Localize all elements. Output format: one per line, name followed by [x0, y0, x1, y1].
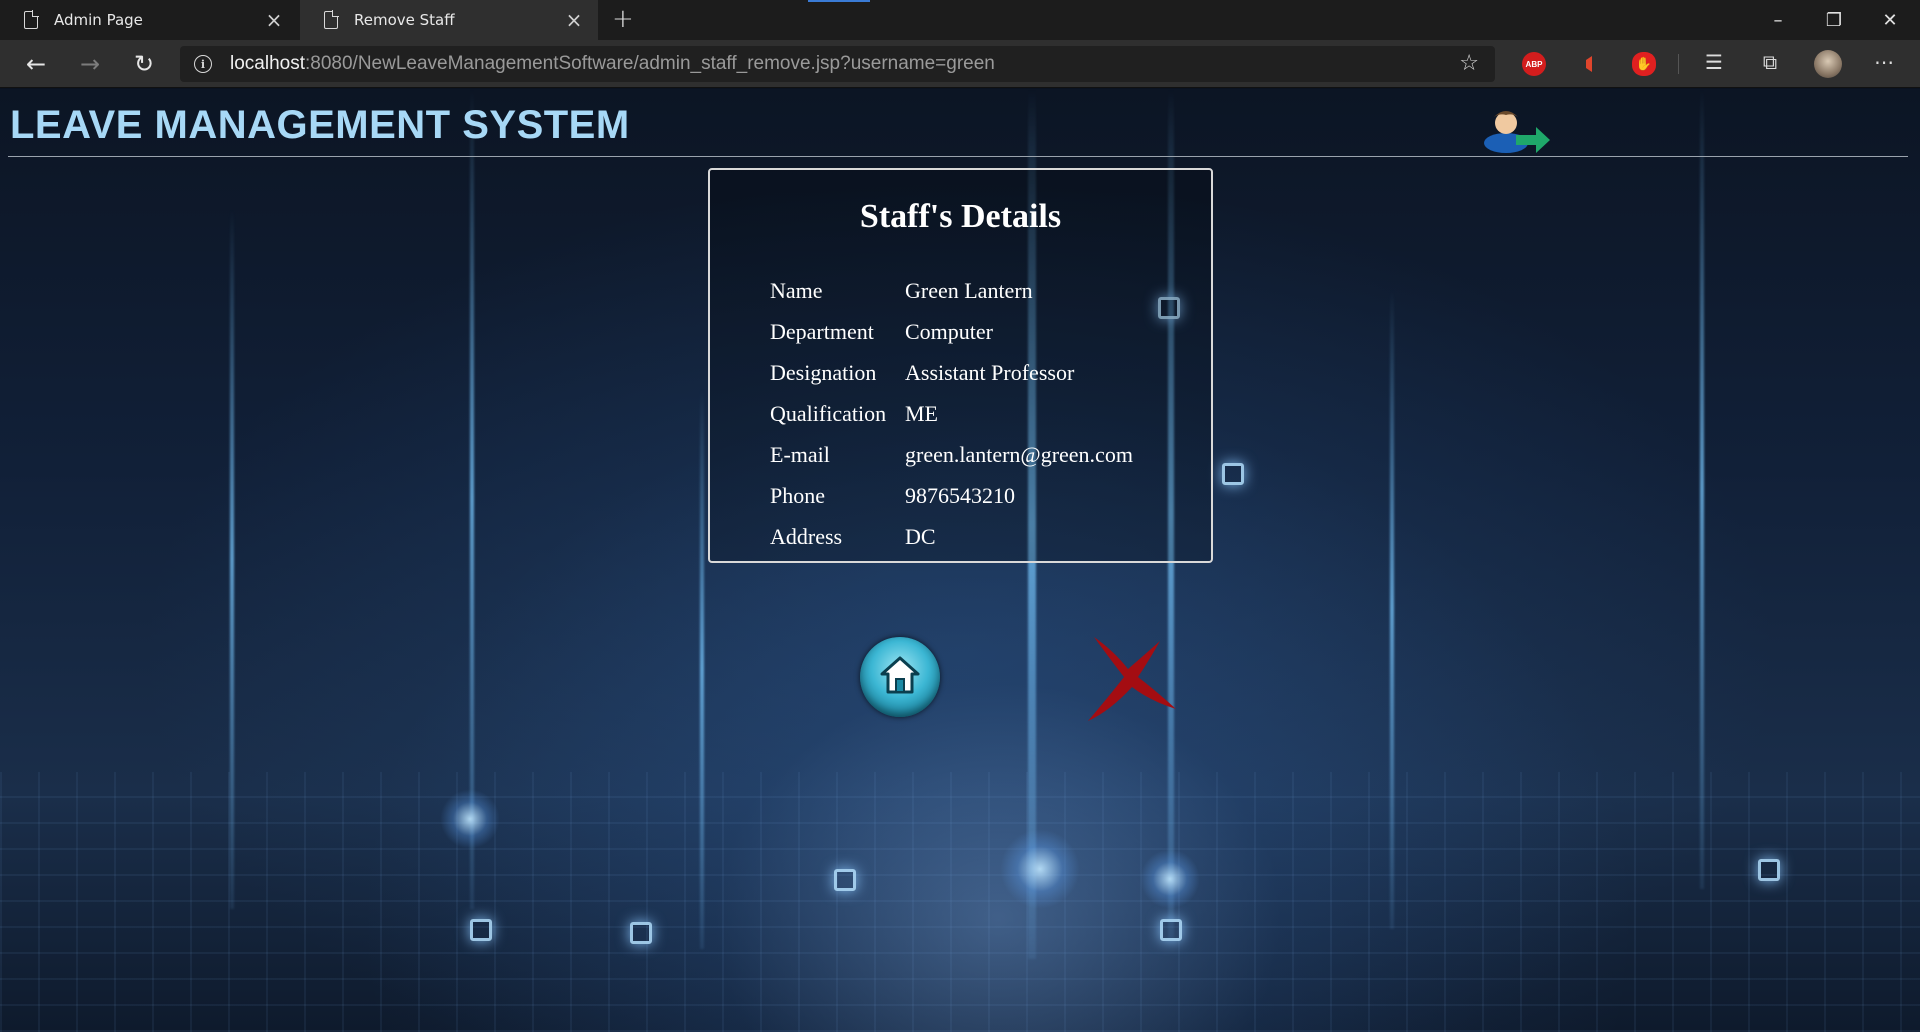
staff-details-card: Staff's Details Name Green Lantern Depar… [708, 168, 1213, 563]
details-row-email: E-mail green.lantern@green.com [770, 434, 1133, 475]
background-node [1160, 919, 1182, 941]
address-bar[interactable]: i localhost:8080/NewLeaveManagementSoftw… [180, 46, 1495, 82]
red-hand-icon[interactable]: ✋ [1632, 52, 1656, 76]
header-divider [8, 156, 1908, 157]
site-info-icon[interactable]: i [194, 55, 212, 73]
more-icon[interactable]: ⋯ [1870, 50, 1898, 74]
background-node [630, 922, 652, 944]
background-light-beam [700, 389, 704, 949]
background-light-beam [1390, 289, 1394, 929]
detail-value: Computer [905, 318, 993, 344]
home-icon [877, 653, 923, 701]
adblock-plus-icon[interactable]: ABP [1522, 52, 1546, 76]
detail-label: Qualification [770, 400, 887, 426]
background-floor-grid [0, 772, 1920, 1032]
forward-button[interactable]: → [68, 40, 112, 88]
page-content: LEAVE MANAGEMENT SYSTEM Staff's Details … [0, 89, 1920, 1032]
background-node [1222, 463, 1244, 485]
detail-value: Assistant Professor [905, 359, 1075, 385]
details-row-name: Name Green Lantern [770, 270, 1133, 311]
favorite-star-icon[interactable]: ☆ [1459, 51, 1479, 76]
details-heading: Staff's Details [859, 198, 1062, 235]
page-icon [24, 10, 39, 29]
minimize-button[interactable]: – [1750, 0, 1806, 40]
remove-staff-button[interactable] [1080, 629, 1180, 729]
detail-label: E-mail [770, 441, 830, 467]
app-title: LEAVE MANAGEMENT SYSTEM [10, 103, 630, 147]
new-tab-button[interactable]: + [612, 4, 634, 34]
detail-label: Phone [770, 482, 825, 508]
tab-remove-staff[interactable]: Remove Staff × [300, 0, 598, 40]
background-glow [440, 789, 500, 849]
toolbar-separator [1678, 54, 1679, 74]
background-light-beam [1700, 89, 1704, 889]
detail-value: green.lantern@green.com [905, 441, 1133, 467]
details-row-qualification: Qualification ME [770, 393, 1133, 434]
home-button[interactable] [860, 637, 940, 717]
detail-label: Name [770, 277, 823, 303]
tab-admin-page[interactable]: Admin Page × [0, 0, 298, 40]
background-node [1758, 859, 1780, 881]
back-button[interactable]: ← [14, 40, 58, 88]
close-tab-icon[interactable]: × [264, 8, 284, 32]
tab-title: Admin Page [54, 11, 143, 29]
close-tab-icon[interactable]: × [564, 8, 584, 32]
window-close-button[interactable]: ✕ [1862, 0, 1918, 40]
tab-bar: Admin Page × Remove Staff × + – ❐ ✕ [0, 0, 1920, 40]
details-row-address: Address DC [770, 516, 1133, 557]
page-icon [324, 10, 339, 29]
detail-value: ME [905, 400, 938, 426]
details-row-department: Department Computer [770, 311, 1133, 352]
background-node [834, 869, 856, 891]
remove-x-icon [1080, 637, 1180, 733]
detail-value: DC [905, 523, 936, 549]
browser-toolbar: ← → ↻ i localhost:8080/NewLeaveManagemen… [0, 40, 1920, 88]
url-text[interactable]: localhost:8080/NewLeaveManagementSoftwar… [230, 53, 995, 75]
background-light-beam [230, 209, 234, 909]
background-node [470, 919, 492, 941]
profile-avatar[interactable] [1814, 50, 1842, 78]
details-row-designation: Designation Assistant Professor [770, 352, 1133, 393]
restore-button[interactable]: ❐ [1806, 0, 1862, 40]
details-row-phone: Phone 9876543210 [770, 475, 1133, 516]
collections-icon[interactable]: ⧉ [1756, 50, 1784, 74]
pdf-icon[interactable] [1578, 52, 1602, 76]
details-table: Name Green Lantern Department Computer D… [770, 270, 1133, 557]
detail-label: Department [770, 318, 874, 344]
detail-value: 9876543210 [905, 482, 1015, 508]
background-glow [1000, 829, 1080, 909]
background-light-beam [470, 89, 474, 909]
tab-title: Remove Staff [354, 11, 455, 29]
detail-label: Address [770, 523, 843, 549]
detail-label: Designation [770, 359, 877, 385]
background-glow [1140, 849, 1200, 909]
detail-value: Green Lantern [905, 277, 1033, 303]
favorites-icon[interactable]: ☰ [1700, 50, 1728, 74]
logout-icon[interactable] [1478, 103, 1554, 155]
drag-indicator [808, 0, 870, 2]
refresh-button[interactable]: ↻ [122, 40, 166, 88]
